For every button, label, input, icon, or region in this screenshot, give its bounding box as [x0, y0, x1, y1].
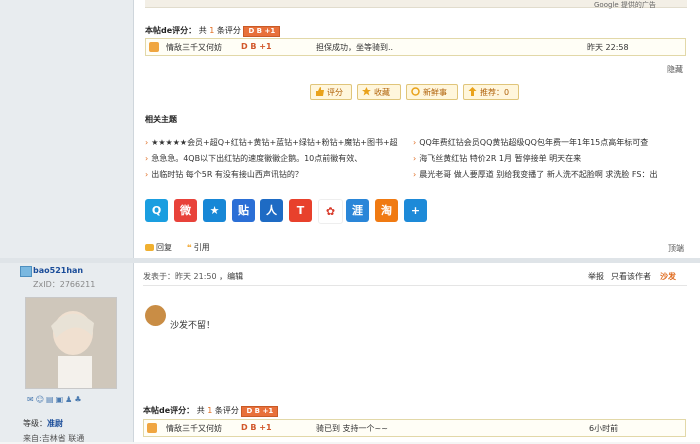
rating-count-suffix: 条评分 [216, 26, 241, 35]
message-icon[interactable]: ✉ [27, 395, 36, 404]
tianya-share-icon[interactable]: T [289, 199, 312, 222]
level-value: 准尉 [47, 419, 63, 428]
qq-icon[interactable]: ♟ [65, 395, 74, 404]
only-author-link[interactable]: 只看该作者 [611, 271, 651, 282]
rating-count-prefix: 共 [198, 26, 207, 35]
more-share-icon[interactable]: + [404, 199, 427, 222]
post-content: 沙发不留！ [170, 321, 216, 331]
rating-score: D B +1 [241, 42, 272, 51]
rater-avatar-icon [147, 423, 157, 433]
douban-share-icon[interactable]: 涯 [346, 199, 369, 222]
rating-count: 1 [207, 406, 213, 415]
level-label: 等级： [23, 419, 47, 428]
post-zxid: ZxID：2766211 [33, 280, 96, 289]
meta-divider [143, 285, 687, 286]
post-separator [0, 258, 700, 263]
add-friend-icon[interactable]: ☺ [36, 395, 46, 404]
refresh-icon [411, 86, 420, 96]
related-topic-item[interactable]: › 晨光老哥 做人要厚道 别给我变播了 新人洗不起脸啊 求洗脸 FS：出 [413, 170, 687, 186]
tieba-share-icon[interactable]: 贴 [232, 199, 255, 222]
related-topic-item[interactable]: › 海飞丝黄红钻 特价2R 1月 暂停接单 明天在来 [413, 154, 687, 170]
group-icon[interactable]: ♣ [74, 395, 83, 404]
rating-row: 情敌三千又何妨 D B +1 骑已到 支持一个~~ 6小时前 [143, 419, 686, 437]
share-news-button-label: 新鲜事 [423, 88, 447, 97]
avatar[interactable] [25, 297, 117, 389]
rating-score: D B +1 [241, 423, 272, 432]
rate-button-label: 评分 [327, 88, 343, 97]
db-badge: D B +1 [243, 26, 281, 37]
rating-count-prefix: 共 [196, 406, 205, 415]
profile-icon[interactable]: ▤ [46, 395, 56, 404]
quote-label: 引用 [193, 243, 210, 252]
quote-button[interactable]: ❝ 引用 [187, 242, 210, 253]
share-news-button[interactable]: 新鲜事 [406, 84, 458, 100]
rating-row: 情敌三千又何妨 D B +1 担保成功，坐等骑到.. 昨天 22:58 [145, 38, 686, 56]
favorite-button-label: 收藏 [374, 88, 390, 97]
rater-name[interactable]: 情敌三千又何妨 [166, 42, 222, 53]
star-icon [362, 86, 371, 96]
related-topic-item[interactable]: › ★★★★★会员+超Q+红钻+黄钻+蓝钻+绿钻+粉钻+魔钻+图书+超 [145, 138, 410, 154]
rating-label: 本帖de评分： [145, 26, 197, 35]
recommend-button-label: 推荐：0 [480, 88, 510, 97]
rating-count-suffix: 条评分 [214, 406, 239, 415]
taobao-share-icon[interactable]: 淘 [375, 199, 398, 222]
related-topic-link[interactable]: 出临时钻 每个5R 有没有接山西声讯钻的？ [151, 170, 303, 179]
rating-header: 本帖de评分： 共 1 条评分 D B +1 [145, 25, 281, 37]
rating-reason: 骑已到 支持一个~~ [316, 424, 388, 433]
post-username[interactable]: bao521han [33, 266, 83, 275]
rater-avatar-icon [149, 42, 159, 52]
thumbs-up-icon [315, 86, 324, 96]
related-topic-item[interactable]: › 出临时钻 每个5R 有没有接山西声讯钻的？ [145, 170, 410, 186]
album-icon[interactable]: ▣ [56, 395, 66, 404]
recommend-icon [468, 86, 477, 96]
monkey-emoticon-icon [145, 305, 166, 326]
user-level: 等级：准尉 [23, 418, 63, 429]
qzone-share-icon[interactable]: Q [145, 199, 168, 222]
rating-header: 本帖de评分： 共 1 条评分 D B +1 [143, 405, 279, 417]
reply-icon [145, 244, 154, 251]
user-action-icons: ✉☺▤▣♟♣ [27, 395, 117, 407]
db-badge: D B +1 [241, 406, 279, 417]
related-topic-link[interactable]: ★★★★★会员+超Q+红钻+黄钻+蓝钻+绿钻+粉钻+魔钻+图书+超 [151, 138, 397, 147]
edit-link[interactable]: ，编辑 [219, 272, 243, 281]
favorite-share-icon[interactable]: ★ [203, 199, 226, 222]
related-topic-item[interactable]: › 急急急。4QB以下出红钻的速度徽徽企鹅。10点前徽有效、 [145, 154, 410, 170]
user-location: 来自:吉林省 联通 [23, 434, 85, 443]
related-topics-title: 相关主题 [145, 115, 177, 124]
related-topic-link[interactable]: 晨光老哥 做人要厚道 别给我变播了 新人洗不起脸啊 求洗脸 FS：出 [419, 170, 657, 179]
post-time: 发表于：昨天 21:50 [143, 272, 217, 281]
related-left-list: › ★★★★★会员+超Q+红钻+黄钻+蓝钻+绿钻+粉钻+魔钻+图书+超 › 急急急。… [145, 138, 410, 186]
rating-reason: 担保成功，坐等骑到.. [316, 43, 394, 52]
renren-share-icon[interactable]: 人 [260, 199, 283, 222]
avatar-image [26, 298, 116, 388]
quote-icon: ❝ [187, 243, 192, 252]
floor-number: 沙发 [660, 272, 676, 281]
kaixin-share-icon[interactable]: ✿ [318, 199, 343, 224]
related-topic-link[interactable]: 海飞丝黄红钻 特价2R 1月 暂停接单 明天在来 [419, 154, 581, 163]
reply-button[interactable]: 回复 [145, 242, 172, 253]
post-meta: 发表于：昨天 21:50 ，编辑 [143, 271, 243, 282]
related-right-list: › QQ年费红钻会员QQ黄钻超级QQ包年费一年1年15点高年标可查 › 海飞丝黄红钻… [413, 138, 687, 186]
weibo-share-icon[interactable]: 微 [174, 199, 197, 222]
hide-link[interactable]: 隐藏 [667, 64, 683, 75]
back-to-top-link[interactable]: 顶端 [668, 243, 684, 254]
rating-label: 本帖de评分： [143, 406, 195, 415]
rater-name[interactable]: 情敌三千又何妨 [166, 423, 222, 434]
related-topic-item[interactable]: › QQ年费红钻会员QQ黄钻超级QQ包年费一年1年15点高年标可查 [413, 138, 687, 154]
rating-time: 6小时前 [589, 424, 619, 433]
rating-count: 1 [209, 26, 215, 35]
rate-button[interactable]: 评分 [310, 84, 352, 100]
related-topic-link[interactable]: QQ年费红钻会员QQ黄钻超级QQ包年费一年1年15点高年标可查 [419, 138, 648, 147]
reply-label: 回复 [156, 243, 172, 252]
rating-time: 昨天 22:58 [587, 43, 629, 52]
favorite-button[interactable]: 收藏 [357, 84, 401, 100]
related-topic-link[interactable]: 急急急。4QB以下出红钻的速度徽徽企鹅。10点前徽有效、 [151, 154, 362, 163]
recommend-button[interactable]: 推荐：0 [463, 84, 519, 100]
report-link[interactable]: 举报 [588, 271, 604, 282]
google-ads-label: Google 提供的广告 [594, 1, 656, 9]
user-online-icon [20, 266, 32, 277]
